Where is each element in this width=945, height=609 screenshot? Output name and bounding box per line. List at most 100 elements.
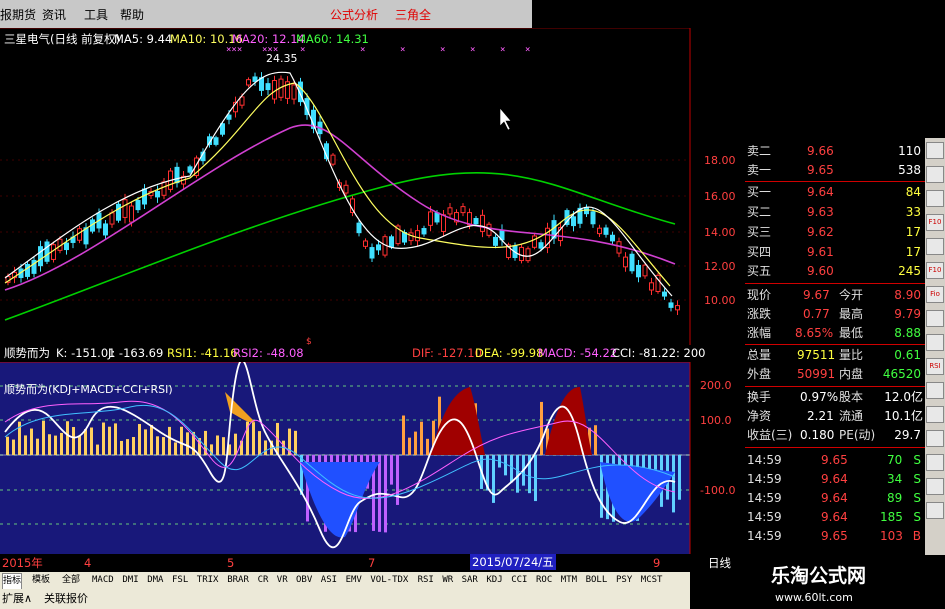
order-book-buy2: 买二 9.63 33 <box>747 205 921 219</box>
candle-body <box>109 212 115 225</box>
menu-help[interactable]: 帮助 <box>120 6 144 23</box>
side-tool-button[interactable] <box>926 454 944 471</box>
candle-body <box>616 241 622 254</box>
tab-vol-tdx[interactable]: VOL-TDX <box>370 573 408 588</box>
histogram-bar <box>6 436 9 455</box>
tab-全部[interactable]: 全部 <box>62 573 80 588</box>
histogram-bar <box>78 435 81 455</box>
tab-vr[interactable]: VR <box>277 573 288 588</box>
price-tick: 12.00 <box>704 260 736 273</box>
tick-row: 14:59 9.65 103 B <box>747 529 921 543</box>
histogram-bar <box>258 431 261 455</box>
histogram-bar <box>132 437 135 455</box>
histogram-bar <box>120 440 123 455</box>
tab-brar[interactable]: BRAR <box>227 573 249 588</box>
date-month-5: 5 <box>227 556 235 570</box>
side-tool-button[interactable] <box>926 334 944 351</box>
price-tick: 10.00 <box>704 294 736 307</box>
ma60-label: MA60: 14.31 <box>296 32 369 46</box>
histogram-bar <box>186 432 189 455</box>
candle-body <box>584 207 589 215</box>
kline-chart[interactable]: ××× ××× × × × × × × × 18.00 16.00 14.00 12.00 … <box>0 28 745 348</box>
side-tool-button[interactable] <box>926 478 944 495</box>
tab-cr[interactable]: CR <box>258 573 269 588</box>
tab-mtm[interactable]: MTM <box>561 573 577 588</box>
candle-body <box>538 242 544 249</box>
menu-formula[interactable]: 公式分析 <box>330 6 378 23</box>
menu-futures[interactable]: 报期货 <box>0 6 36 23</box>
side-tool-button[interactable] <box>926 166 944 183</box>
tab-wr[interactable]: WR <box>442 573 453 588</box>
histogram-bar <box>504 455 507 476</box>
histogram-bar <box>54 435 57 455</box>
tab-cci[interactable]: CCI <box>511 573 527 588</box>
candle-body <box>629 253 635 272</box>
side-tool-button[interactable]: F10 <box>926 214 944 231</box>
tab-mcst[interactable]: MCST <box>641 573 663 588</box>
tab-rsi[interactable]: RSI <box>418 573 434 588</box>
side-tool-button[interactable]: F10 <box>926 262 944 279</box>
histogram-bar <box>252 422 255 455</box>
side-tool-button[interactable] <box>926 382 944 399</box>
menu-triangle[interactable]: 三角全 <box>395 6 431 23</box>
j-value: J: -163.69 <box>108 346 164 360</box>
indicator-tick: -100.0 <box>700 484 735 497</box>
candle-body <box>38 246 43 267</box>
side-tool-button[interactable] <box>926 238 944 255</box>
stat-now: 现价 9.67 今开 8.90 <box>747 288 921 302</box>
order-book-buy5: 买五 9.60 245 <box>747 264 921 278</box>
side-tool-button[interactable]: RSI <box>926 358 944 375</box>
menu-info[interactable]: 资讯 <box>42 6 66 23</box>
expand-button[interactable]: 扩展∧ <box>2 592 32 606</box>
ma20-line <box>4 124 676 291</box>
tab-asi[interactable]: ASI <box>321 573 337 588</box>
tab-fsl[interactable]: FSL <box>172 573 188 588</box>
candle-body <box>519 246 524 262</box>
rsi1-value: RSI1: -41.16 <box>167 346 238 360</box>
tab-指标[interactable]: 指标 <box>2 573 23 590</box>
candle-body <box>597 227 602 235</box>
tab-sar[interactable]: SAR <box>462 573 478 588</box>
candle-body <box>493 236 498 246</box>
histogram-bar <box>30 428 33 455</box>
mouse-cursor-icon <box>499 107 512 131</box>
tab-dma[interactable]: DMA <box>147 573 163 588</box>
candle-body <box>213 137 219 145</box>
side-tool-button[interactable] <box>926 310 944 327</box>
indicator-panel[interactable]: 200.0 100.0 -100.0 顺势而为(KDJ+MACD+CCI+RSI… <box>0 362 745 554</box>
price-tick: 18.00 <box>704 154 736 167</box>
histogram-bar <box>90 427 93 455</box>
tab-obv[interactable]: OBV <box>296 573 312 588</box>
histogram-bar <box>234 433 237 455</box>
stock-title: 三星电气(日线 前复权) <box>4 32 121 46</box>
menu-tools[interactable]: 工具 <box>84 6 108 23</box>
dea-value: DEA: -99.98 <box>475 346 544 360</box>
histogram-bar <box>216 435 219 455</box>
side-tool-button[interactable] <box>926 406 944 423</box>
tab-dmi[interactable]: DMI <box>122 573 138 588</box>
side-tool-button[interactable] <box>926 190 944 207</box>
tick-row: 14:59 9.65 70 S <box>747 453 921 467</box>
tab-emv[interactable]: EMV <box>346 573 362 588</box>
svg-text:×: × <box>360 45 365 55</box>
tab-模板[interactable]: 模板 <box>32 573 50 588</box>
side-tool-button[interactable] <box>926 502 944 519</box>
candle-body <box>64 242 69 251</box>
tab-kdj[interactable]: KDJ <box>486 573 502 588</box>
tab-roc[interactable]: ROC <box>536 573 552 588</box>
date-month-9: 9 <box>653 556 661 570</box>
tab-trix[interactable]: TRIX <box>197 573 219 588</box>
tab-boll[interactable]: BOLL <box>586 573 608 588</box>
related-quote-button[interactable]: 关联报价 <box>44 592 88 606</box>
tab-psy[interactable]: PSY <box>616 573 632 588</box>
candle-body <box>441 214 446 232</box>
svg-text:×: × <box>500 45 505 55</box>
side-tool-button[interactable] <box>926 142 944 159</box>
tab-macd[interactable]: MACD <box>92 573 114 588</box>
candle-body <box>480 214 485 232</box>
macd-value: MACD: -54.22 <box>538 346 618 360</box>
side-tool-button[interactable]: Fio <box>926 286 944 303</box>
indicator-tab-bar: 指标 模板 全部 MACD DMI DMA FSL TRIX BRAR CR VR OBV ASI EMV… <box>0 572 690 590</box>
side-tool-button[interactable] <box>926 430 944 447</box>
period-label[interactable]: 日线 <box>708 556 731 570</box>
